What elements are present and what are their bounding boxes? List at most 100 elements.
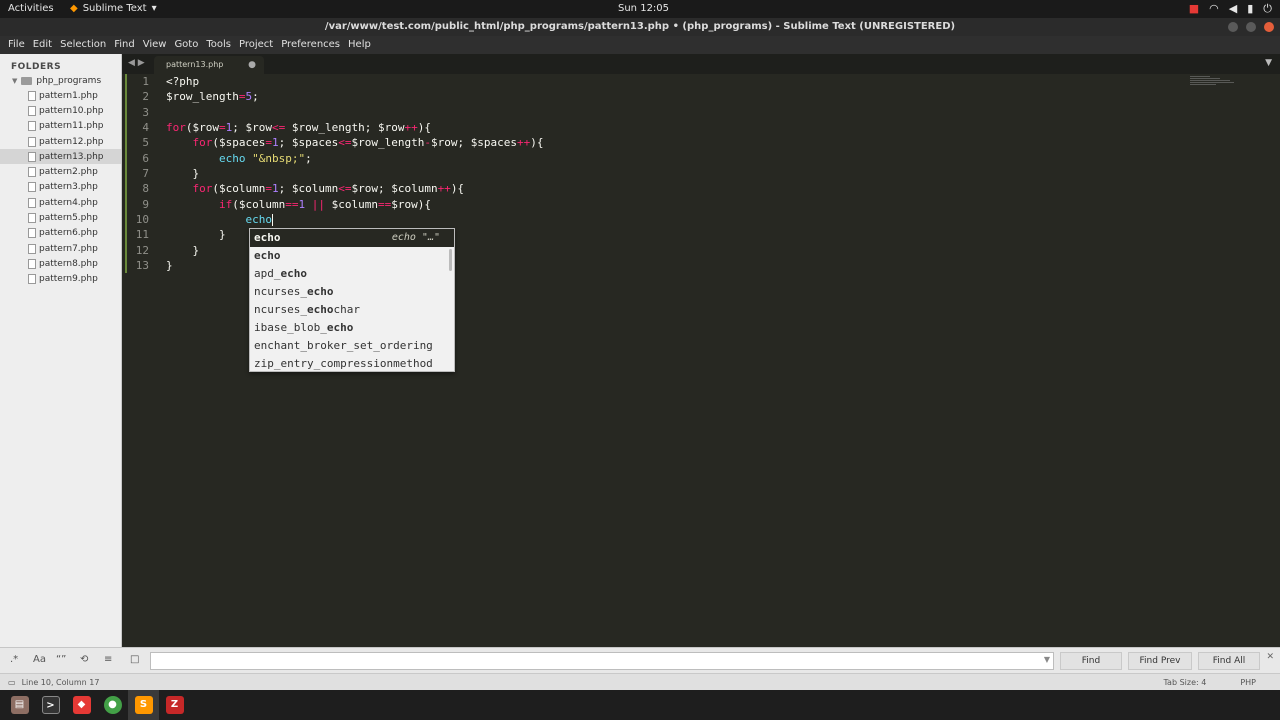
sidebar-file[interactable]: pattern5.php	[0, 210, 121, 225]
taskbar-item-anydesk[interactable]: ◆	[66, 690, 97, 720]
taskbar-item-terminal[interactable]: >	[35, 690, 66, 720]
autocomplete-item-label: zip_entry_compressionmethod	[254, 357, 433, 370]
terminal-icon: >	[41, 696, 60, 714]
taskbar-item-chrome[interactable]: ●	[97, 690, 128, 720]
sidebar-file[interactable]: pattern8.php	[0, 256, 121, 271]
sidebar-file[interactable]: pattern7.php	[0, 241, 121, 256]
close-icon[interactable]: ✕	[1266, 652, 1274, 662]
menu-find[interactable]: Find	[110, 36, 139, 54]
autocomplete-item[interactable]: echo	[250, 247, 454, 265]
autocomplete-item-match: echo	[306, 285, 334, 298]
tab-pattern13[interactable]: pattern13.php ●	[154, 56, 264, 74]
menu-view[interactable]: View	[139, 36, 171, 54]
case-sensitive-icon[interactable]: Aa	[33, 654, 46, 665]
sidebar-file[interactable]: pattern3.php	[0, 180, 121, 195]
close-icon[interactable]	[1264, 22, 1274, 32]
menu-tools[interactable]: Tools	[202, 36, 235, 54]
menu-project[interactable]: Project	[235, 36, 277, 54]
file-icon	[28, 182, 36, 193]
sidebar-file[interactable]: pattern11.php	[0, 119, 121, 134]
autocomplete-item[interactable]: zip_entry_compressionmethod	[250, 355, 454, 373]
find-history-dropdown-icon[interactable]: ▼	[1044, 655, 1050, 664]
window-controls[interactable]	[1228, 22, 1274, 32]
code-token: $row_length	[351, 136, 425, 150]
syntax-selector[interactable]: PHP	[1240, 678, 1256, 687]
file-label: pattern10.php	[39, 105, 104, 116]
tab-size-selector[interactable]: Tab Size: 4	[1163, 678, 1206, 687]
find-all-button[interactable]: Find All	[1198, 652, 1260, 670]
regex-icon[interactable]: .*	[10, 654, 18, 665]
maximize-icon[interactable]	[1246, 22, 1256, 32]
record-icon[interactable]: ■	[1189, 2, 1199, 16]
sidebar-file[interactable]: pattern1.php	[0, 88, 121, 103]
autocomplete-popup[interactable]: echo echo "…" echo apd_echo ncurses_echo…	[249, 228, 455, 372]
taskbar-item-sublime[interactable]: S	[128, 690, 159, 720]
code-line[interactable]	[166, 105, 544, 120]
code-line[interactable]: echo "&nbsp;";	[166, 151, 544, 166]
menu-file[interactable]: File	[4, 36, 29, 54]
code-line[interactable]: }	[166, 166, 544, 181]
find-prev-button[interactable]: Find Prev	[1128, 652, 1192, 670]
minimize-icon[interactable]	[1228, 22, 1238, 32]
in-selection-icon[interactable]: ≡	[104, 654, 112, 665]
sidebar-file[interactable]: pattern9.php	[0, 272, 121, 287]
folder-expanded-icon[interactable]: ▼	[12, 77, 17, 85]
sidebar-file[interactable]: pattern4.php	[0, 195, 121, 210]
menu-selection[interactable]: Selection	[56, 36, 110, 54]
autocomplete-item[interactable]: enchant_broker_set_ordering	[250, 337, 454, 355]
power-icon[interactable]: ⏻	[1263, 2, 1272, 16]
sidebar-file[interactable]: pattern10.php	[0, 103, 121, 118]
autocomplete-scrollbar[interactable]	[449, 249, 452, 271]
activities-button[interactable]: Activities	[8, 3, 54, 14]
code-line[interactable]: for($column=1; $column<=$row; $column++)…	[166, 181, 544, 196]
code-line[interactable]: if($column==1 || $column==$row){	[166, 197, 544, 212]
whole-word-icon[interactable]: “”	[56, 654, 66, 665]
panel-toggle-icon[interactable]: ▭	[8, 678, 16, 687]
clock[interactable]: Sun 12:05	[618, 3, 669, 14]
menu-goto[interactable]: Goto	[170, 36, 202, 54]
chrome-icon: ●	[103, 696, 122, 714]
menu-edit[interactable]: Edit	[29, 36, 56, 54]
tab-nav-arrows-icon[interactable]: ◀ ▶	[128, 58, 145, 68]
code-line[interactable]: echo	[166, 212, 544, 227]
find-input[interactable]: ▼	[150, 652, 1054, 670]
cursor-position: Line 10, Column 17	[21, 678, 100, 687]
line-number: 10	[135, 213, 149, 227]
sidebar-folder-php-programs[interactable]: ▼ php_programs	[0, 72, 121, 86]
code-line[interactable]: $row_length=5;	[166, 89, 544, 104]
autocomplete-item-selected[interactable]: echo echo "…"	[250, 229, 454, 247]
volume-icon[interactable]: ◀	[1229, 2, 1237, 16]
battery-icon[interactable]: ▮	[1247, 2, 1253, 16]
autocomplete-item[interactable]: apd_echo	[250, 265, 454, 283]
code-line[interactable]: for($spaces=1; $spaces<=$row_length-$row…	[166, 135, 544, 150]
autocomplete-hint: echo "…"	[391, 232, 440, 243]
highlight-icon[interactable]: □	[130, 654, 139, 665]
autocomplete-item[interactable]: ibase_blob_echo	[250, 319, 454, 337]
code-token: ($column	[212, 182, 266, 196]
code-line[interactable]: for($row=1; $row<= $row_length; $row++){	[166, 120, 544, 135]
autocomplete-item[interactable]: ncurses_echochar	[250, 301, 454, 319]
taskbar-item-files[interactable]: ▤	[4, 690, 35, 720]
tab-dropdown-icon[interactable]: ▼	[1265, 58, 1272, 68]
autocomplete-item-label: enchant_broker_set_ordering	[254, 339, 433, 352]
code-line[interactable]: <?php	[166, 74, 544, 89]
autocomplete-item[interactable]: ncurses_echo	[250, 283, 454, 301]
unsaved-dot-icon[interactable]: ●	[248, 56, 256, 74]
menu-preferences[interactable]: Preferences	[277, 36, 344, 54]
code-token: =	[265, 182, 272, 196]
sidebar-file[interactable]: pattern6.php	[0, 226, 121, 241]
find-button[interactable]: Find	[1060, 652, 1122, 670]
sidebar-file[interactable]: pattern12.php	[0, 134, 121, 149]
sidebar-file-active[interactable]: pattern13.php	[0, 149, 121, 165]
file-label: pattern11.php	[39, 121, 104, 132]
minimap[interactable]	[1190, 76, 1234, 88]
code-token: ++	[404, 121, 418, 135]
taskbar-item-filezilla[interactable]: Z	[159, 690, 190, 720]
system-tray[interactable]: ■ ◠ ◀ ▮ ⏻	[1189, 2, 1272, 16]
wrap-icon[interactable]: ⟲	[80, 654, 88, 665]
menu-help[interactable]: Help	[344, 36, 375, 54]
wifi-icon[interactable]: ◠	[1209, 2, 1219, 16]
app-menu[interactable]: ◆ Sublime Text ▾	[70, 3, 157, 14]
sidebar-file[interactable]: pattern2.php	[0, 164, 121, 179]
